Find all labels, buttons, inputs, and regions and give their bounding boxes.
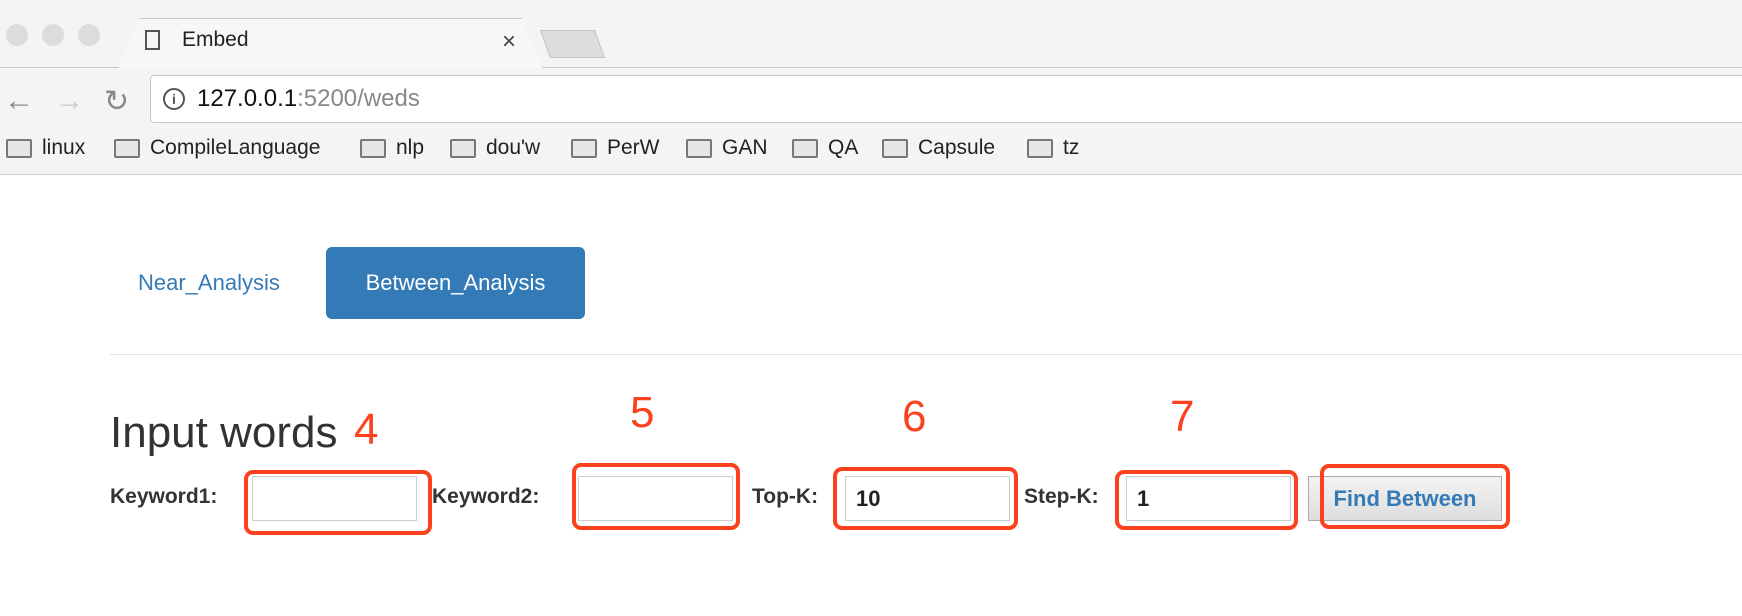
info-icon[interactable]: i bbox=[163, 88, 185, 110]
bookmark-perw[interactable]: PerW bbox=[571, 136, 660, 160]
bookmark-label: CompileLanguage bbox=[150, 136, 321, 159]
bookmark-gan[interactable]: GAN bbox=[686, 136, 768, 160]
bookmark-capsule[interactable]: Capsule bbox=[882, 136, 995, 160]
bookmark-tz[interactable]: tz bbox=[1027, 136, 1079, 160]
annotation-number: 6 bbox=[902, 392, 927, 441]
annotation-box-6 bbox=[833, 467, 1018, 530]
new-tab-button[interactable] bbox=[539, 30, 606, 58]
tab-near-analysis[interactable]: Near_Analysis bbox=[110, 247, 308, 319]
annotation-number: 5 bbox=[630, 388, 655, 437]
folder-icon bbox=[686, 138, 712, 158]
bookmark-qa[interactable]: QA bbox=[792, 136, 858, 160]
keyword1-label: Keyword1: bbox=[110, 485, 218, 508]
reload-icon[interactable]: ↻ bbox=[104, 84, 129, 119]
bookmark-compilelanguage[interactable]: CompileLanguage bbox=[114, 136, 320, 160]
folder-icon bbox=[792, 138, 818, 158]
divider bbox=[110, 354, 1742, 355]
folder-icon bbox=[571, 138, 597, 158]
tab-between-analysis[interactable]: Between_Analysis bbox=[326, 247, 585, 319]
bookmark-label: nlp bbox=[396, 136, 425, 159]
annotation-number: 4 bbox=[354, 405, 379, 454]
annotation-number: 7 bbox=[1170, 392, 1195, 441]
folder-icon bbox=[360, 138, 386, 158]
bookmark-douw[interactable]: dou'w bbox=[450, 136, 540, 160]
close-window-button[interactable] bbox=[6, 24, 28, 46]
folder-icon bbox=[882, 138, 908, 158]
maximize-window-button[interactable] bbox=[78, 24, 100, 46]
forward-icon[interactable]: → bbox=[54, 84, 84, 118]
back-icon[interactable]: ← bbox=[4, 84, 34, 118]
bookmark-label: tz bbox=[1063, 136, 1080, 159]
folder-icon bbox=[450, 138, 476, 158]
close-tab-icon[interactable]: × bbox=[502, 28, 516, 56]
folder-icon bbox=[1027, 138, 1053, 158]
annotation-box-button bbox=[1320, 464, 1510, 529]
bookmark-label: dou'w bbox=[486, 136, 541, 159]
page-icon bbox=[145, 30, 160, 50]
address-bar[interactable]: i 127.0.0.1:5200/weds bbox=[150, 75, 1742, 123]
folder-icon bbox=[114, 138, 140, 158]
minimize-window-button[interactable] bbox=[42, 24, 64, 46]
stepk-label: Step-K: bbox=[1024, 485, 1099, 508]
bookmark-label: QA bbox=[828, 136, 859, 159]
annotation-box-7 bbox=[1115, 470, 1298, 530]
annotation-box-4 bbox=[244, 470, 432, 535]
topk-label: Top-K: bbox=[752, 485, 819, 508]
annotation-box-5 bbox=[572, 463, 740, 530]
keyword2-label: Keyword2: bbox=[432, 485, 540, 508]
url-host: 127.0.0.1 bbox=[197, 85, 298, 112]
bookmark-label: linux bbox=[42, 136, 86, 159]
section-title: Input words bbox=[110, 408, 338, 457]
tab-title: Embed bbox=[182, 28, 249, 51]
bookmark-label: Capsule bbox=[918, 136, 996, 159]
url-path: :5200/weds bbox=[297, 85, 420, 112]
folder-icon bbox=[6, 138, 32, 158]
bookmark-label: GAN bbox=[722, 136, 768, 159]
bookmark-nlp[interactable]: nlp bbox=[360, 136, 424, 160]
bookmark-label: PerW bbox=[607, 136, 660, 159]
bookmark-linux[interactable]: linux bbox=[6, 136, 85, 160]
browser-chrome: Embed × ← → ↻ i 127.0.0.1:5200/weds linu… bbox=[0, 0, 1742, 175]
